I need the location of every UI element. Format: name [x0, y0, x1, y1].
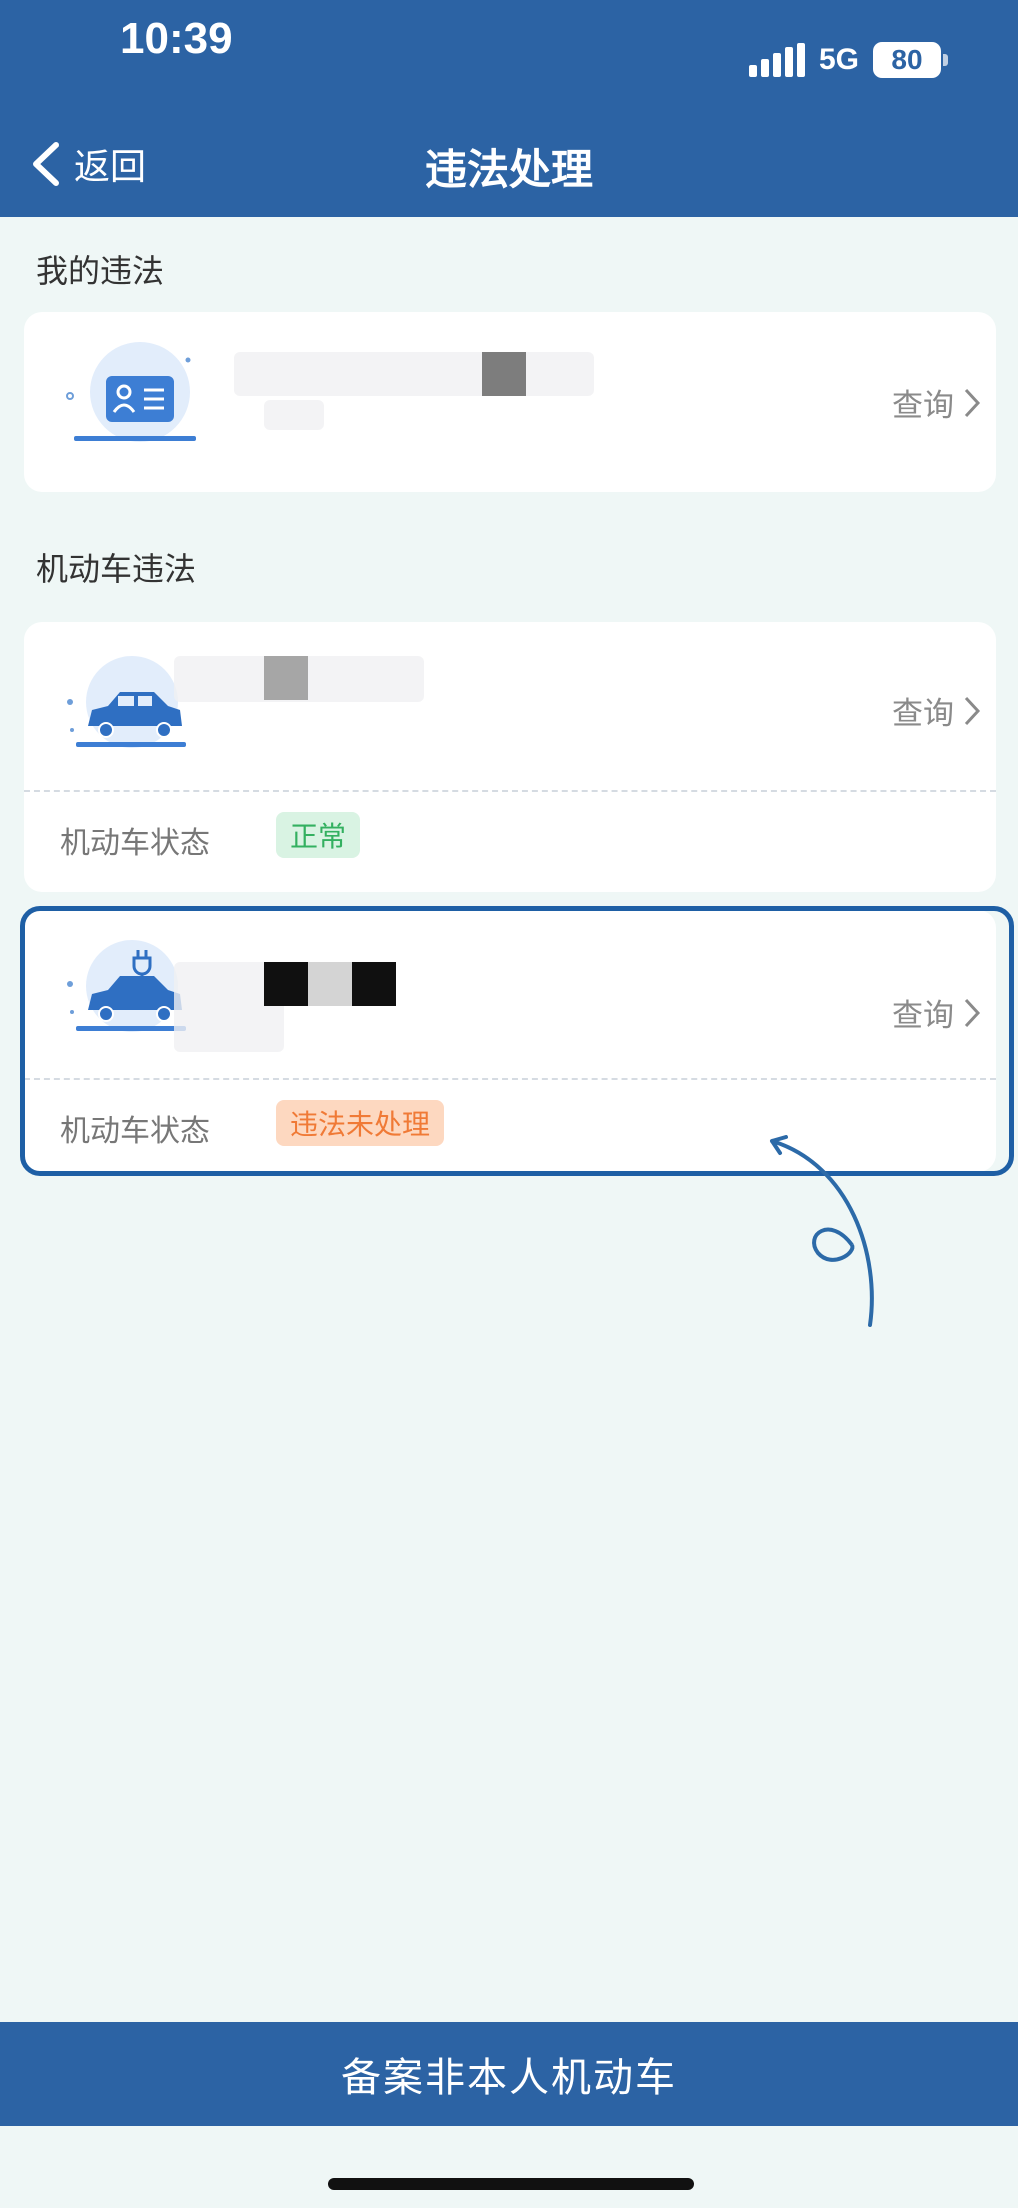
divider: [24, 790, 996, 792]
redacted-name: [234, 352, 594, 396]
chevron-right-icon: [964, 388, 981, 417]
query-link[interactable]: 查询: [892, 380, 982, 425]
home-indicator[interactable]: [328, 2178, 694, 2190]
annotation-arrow-icon: [770, 1135, 874, 1327]
network-type: 5G: [818, 43, 859, 76]
page-title: 违法处理: [424, 145, 593, 194]
chevron-right-icon: [964, 696, 981, 725]
section-title-my-violations: 我的违法: [36, 252, 165, 290]
section-title-vehicle-violations: 机动车违法: [36, 550, 197, 588]
redacted-id: [264, 400, 324, 430]
screen: 10:39 5G 80 返回 违法处理 我的违法 查询 机动车违法 查询 机动车…: [0, 0, 1018, 2208]
header: 10:39 5G 80 返回 违法处理: [0, 0, 1018, 217]
query-label: 查询: [892, 696, 954, 732]
vehicle-card[interactable]: 查询 机动车状态 正常: [24, 622, 996, 892]
id-card-icon: [66, 342, 196, 442]
my-violation-card[interactable]: 查询: [24, 312, 996, 492]
register-other-vehicle-button[interactable]: 备案非本人机动车: [0, 2022, 1018, 2126]
status-indicators: 5G 80: [748, 40, 948, 80]
signal-icon: [748, 43, 805, 77]
vehicle-status-label: 机动车状态: [60, 826, 210, 861]
redacted-block: [482, 352, 526, 396]
status-badge: 正常: [276, 812, 361, 858]
query-label: 查询: [892, 388, 954, 424]
query-link[interactable]: 查询: [892, 688, 982, 733]
plate-number-redacted: [264, 656, 308, 700]
status-time: 10:39: [120, 14, 233, 63]
battery-tip: [943, 54, 948, 66]
battery-icon: 80: [873, 42, 941, 78]
battery-level: 80: [891, 44, 923, 75]
